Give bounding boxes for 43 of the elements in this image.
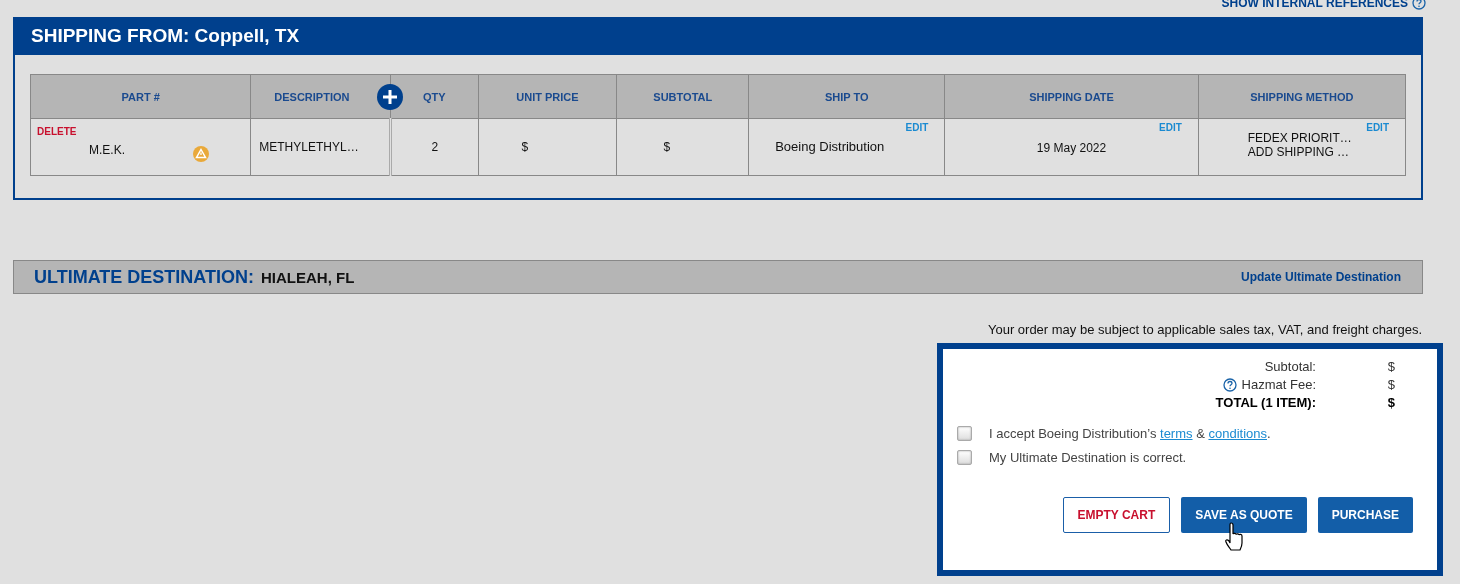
shipping-method-value: FEDEX PRIORIT… (1247, 131, 1353, 145)
edit-link[interactable]: EDIT (1159, 122, 1182, 131)
checkbox-label: My Ultimate Destination is correct. (989, 450, 1187, 465)
action-button[interactable]: SAVE AS QUOTE (1181, 497, 1307, 533)
terms-link[interactable]: conditions (1208, 426, 1267, 441)
help-icon (1412, 0, 1426, 10)
column-header: UNIT PRICE (478, 74, 617, 119)
column-header: QTY (390, 74, 479, 119)
checkbox-label: I accept Boeing Distribution’s terms & conditions. (989, 426, 1271, 441)
table-cell: $ (663, 140, 671, 154)
action-button[interactable]: PURCHASE (1317, 497, 1413, 533)
summary-label: TOTAL (1 ITEM): (1215, 395, 1316, 411)
summary-value: $ (1386, 359, 1395, 375)
delete-link[interactable]: DELETE (37, 126, 77, 137)
table-cell: METHYLETHYL… (250, 118, 391, 176)
update-destination-link[interactable]: Update Ultimate Destination (1240, 270, 1401, 284)
table-cell: $ (521, 140, 529, 154)
summary-value: $ (1386, 377, 1395, 393)
checkbox[interactable] (957, 426, 972, 441)
column-header: SUBTOTAL (616, 74, 749, 119)
action-button[interactable]: EMPTY CART (1062, 497, 1171, 533)
panel-title: SHIPPING FROM: Coppell, TX (31, 25, 300, 47)
shipping-date-value: 19 May 2022 (1035, 140, 1108, 155)
column-header: PART # (30, 74, 251, 119)
shipping-method-value: ADD SHIPPING … (1247, 145, 1351, 159)
help-icon (1222, 378, 1237, 392)
summary-label: Subtotal: (1264, 359, 1316, 375)
terms-link[interactable]: terms (1160, 426, 1193, 441)
column-header: SHIPPING METHOD (1198, 74, 1406, 119)
destination-label: ULTIMATE DESTINATION: (34, 266, 254, 288)
edit-link[interactable]: EDIT (905, 122, 929, 131)
edit-link[interactable]: EDIT (1366, 122, 1389, 131)
column-header: SHIPPING DATE (944, 74, 1199, 119)
table-cell: 2 (390, 118, 479, 176)
tax-note: Your order may be subject to applicable sales tax, VAT, and freight charges. (986, 322, 1423, 339)
part-number: M.E.K. (89, 143, 126, 157)
checkbox[interactable] (957, 450, 972, 465)
summary-value: $ (1386, 395, 1395, 411)
summary-label: Hazmat Fee: (1241, 377, 1316, 393)
column-header: SHIP TO (748, 74, 945, 119)
ship-to-value: Boeing Distribution (774, 138, 886, 154)
destination-value: HIALEAH, FL (261, 268, 355, 286)
hand-cursor-icon (1223, 521, 1245, 553)
